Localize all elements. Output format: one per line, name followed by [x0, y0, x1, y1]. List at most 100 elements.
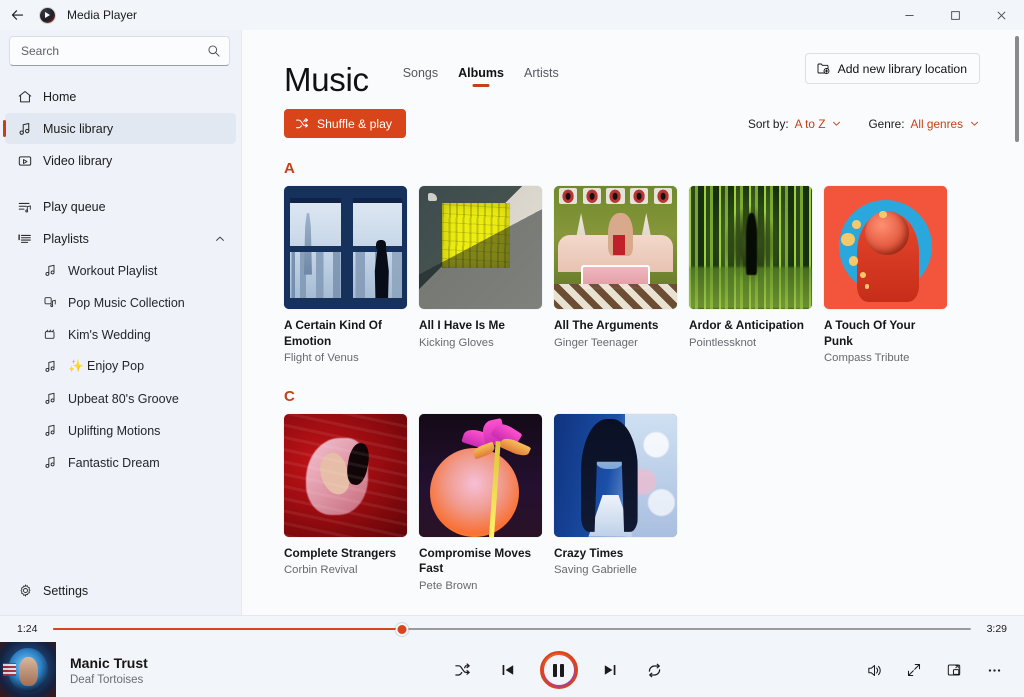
vertical-scrollbar[interactable]	[1013, 36, 1021, 609]
add-library-location-button[interactable]: Add new library location	[804, 53, 980, 84]
album-cover-art[interactable]	[554, 413, 677, 537]
sidebar-playlist-fantastic-dream[interactable]: Fantastic Dream	[5, 447, 236, 478]
album-title: A Certain Kind Of Emotion	[284, 318, 382, 348]
seek-slider[interactable]	[53, 622, 971, 636]
close-button[interactable]	[978, 0, 1024, 30]
sidebar-item-label: Home	[43, 89, 77, 104]
shuffle-and-play-button[interactable]: Shuffle & play	[284, 109, 406, 138]
sidebar-playlist-label: Fantastic Dream	[68, 455, 160, 470]
album-card[interactable]: Ardor & Anticipation Pointlessknot	[689, 186, 812, 366]
shuffle-icon[interactable]	[450, 657, 476, 683]
search-box[interactable]	[9, 36, 230, 66]
sidebar-item-label: Playlists	[43, 231, 89, 246]
album-cover-art[interactable]	[284, 186, 407, 309]
sidebar-item-settings[interactable]: Settings	[5, 575, 236, 606]
scrollbar-thumb[interactable]	[1015, 36, 1019, 142]
tab-albums[interactable]: Albums	[448, 66, 514, 89]
album-cover-art[interactable]	[419, 186, 542, 309]
album-artist: Flight of Venus	[284, 352, 359, 365]
chevron-up-icon[interactable]	[214, 233, 226, 245]
back-button[interactable]	[0, 0, 34, 30]
title-bar: Media Player	[0, 0, 1024, 30]
album-card[interactable]: A Touch Of Your Punk Compass Tribute	[824, 186, 947, 366]
album-title: Compromise Moves Fast	[419, 545, 532, 576]
sidebar-item-music-library[interactable]: Music library	[3, 113, 236, 144]
elapsed-time: 1:24	[17, 623, 38, 635]
sidebar-item-label: Video library	[43, 153, 113, 168]
sidebar-item-video-library[interactable]: Video library	[5, 145, 236, 176]
now-playing-meta: Manic Trust Deaf Tortoises	[70, 655, 148, 686]
sidebar-playlist-label: Workout Playlist	[68, 263, 158, 278]
album-cover-art[interactable]	[689, 186, 812, 309]
section-letter-a: A	[284, 160, 296, 177]
sidebar-playlist-kims-wedding[interactable]: Kim's Wedding	[5, 319, 236, 350]
album-card[interactable]: Crazy Times Saving Gabrielle	[554, 413, 677, 594]
seek-thumb[interactable]	[395, 622, 409, 636]
album-title: All I Have Is Me	[419, 318, 505, 332]
album-title: Complete Strangers	[284, 545, 397, 560]
genre-label: Genre:	[868, 116, 905, 131]
album-cover-art[interactable]	[284, 413, 407, 537]
sidebar-footer: Settings	[0, 574, 241, 615]
album-artist: Saving Gabrielle	[554, 564, 637, 577]
video-icon	[12, 153, 38, 169]
volume-icon[interactable]	[861, 657, 887, 683]
tab-songs[interactable]: Songs	[393, 66, 448, 89]
search-input[interactable]	[21, 44, 207, 58]
album-card[interactable]: Compromise Moves Fast Pete Brown	[419, 413, 542, 594]
album-card[interactable]: A Certain Kind Of Emotion Flight of Venu…	[284, 186, 407, 366]
album-artist: Pete Brown	[419, 579, 478, 592]
tab-artists[interactable]: Artists	[514, 66, 569, 89]
genre-dropdown[interactable]: Genre: All genres	[868, 117, 980, 131]
mini-player-icon[interactable]	[941, 657, 967, 683]
shuffle-icon	[295, 117, 309, 131]
sidebar-playlist-enjoy-pop[interactable]: ✨ Enjoy Pop	[5, 351, 236, 382]
album-title: All The Arguments	[554, 318, 659, 332]
library-tabs: Songs Albums Artists	[393, 66, 569, 89]
sidebar-divider	[0, 177, 241, 190]
expand-icon[interactable]	[901, 657, 927, 683]
sidebar: Home Music library Video library	[0, 30, 242, 615]
sort-by-dropdown[interactable]: Sort by: A to Z	[748, 117, 842, 131]
sidebar-item-play-queue[interactable]: Play queue	[5, 191, 236, 222]
minimize-button[interactable]	[886, 0, 932, 30]
library-header: Music Songs Albums Artists Add new libra…	[284, 30, 980, 96]
album-title: A Touch Of Your Punk	[824, 318, 916, 348]
sidebar-playlist-upbeat-80s-groove[interactable]: Upbeat 80's Groove	[5, 383, 236, 414]
sidebar-item-playlists[interactable]: Playlists	[5, 223, 236, 254]
sidebar-nav: Home Music library Video library Play qu…	[0, 76, 241, 574]
album-card[interactable]: Complete Strangers Corbin Revival	[284, 413, 407, 594]
album-card[interactable]: All The Arguments Ginger Teenager	[554, 186, 677, 366]
player-right-controls	[857, 657, 1007, 683]
add-library-location-label: Add new library location	[837, 61, 967, 76]
maximize-button[interactable]	[932, 0, 978, 30]
sidebar-playlist-pop-music-collection[interactable]: Pop Music Collection	[5, 287, 236, 318]
app-body: Home Music library Video library	[0, 30, 1024, 615]
sidebar-playlist-label: Upbeat 80's Groove	[68, 391, 179, 406]
now-playing-cover[interactable]	[0, 642, 56, 697]
more-options-icon[interactable]	[981, 657, 1007, 683]
sidebar-playlist-workout-playlist[interactable]: Workout Playlist	[5, 255, 236, 286]
search-icon[interactable]	[207, 44, 221, 58]
section-letter-c: C	[284, 387, 296, 405]
sidebar-playlist-label: Kim's Wedding	[68, 327, 151, 342]
play-pause-button[interactable]	[539, 651, 578, 689]
previous-track-icon[interactable]	[495, 657, 521, 683]
shuffle-and-play-label: Shuffle & play	[317, 116, 392, 131]
sidebar-playlist-label: Pop Music Collection	[68, 295, 185, 310]
repeat-icon[interactable]	[642, 657, 668, 683]
player-controls-row: Manic Trust Deaf Tortoises	[0, 642, 1024, 697]
page-title: Music	[284, 61, 369, 98]
now-playing[interactable]: Manic Trust Deaf Tortoises	[0, 642, 260, 697]
music-note-icon	[37, 359, 63, 374]
album-cover-art[interactable]	[419, 413, 542, 537]
music-note-icon	[37, 423, 63, 438]
sidebar-item-home[interactable]: Home	[5, 81, 236, 112]
next-track-icon[interactable]	[597, 657, 623, 683]
album-card[interactable]: All I Have Is Me Kicking Gloves	[419, 186, 542, 366]
sidebar-playlist-uplifting-motions[interactable]: Uplifting Motions	[5, 415, 236, 446]
home-icon	[12, 89, 38, 105]
album-cover-art[interactable]	[824, 186, 947, 309]
album-artist: Kicking Gloves	[419, 336, 494, 349]
album-cover-art[interactable]	[554, 186, 677, 309]
